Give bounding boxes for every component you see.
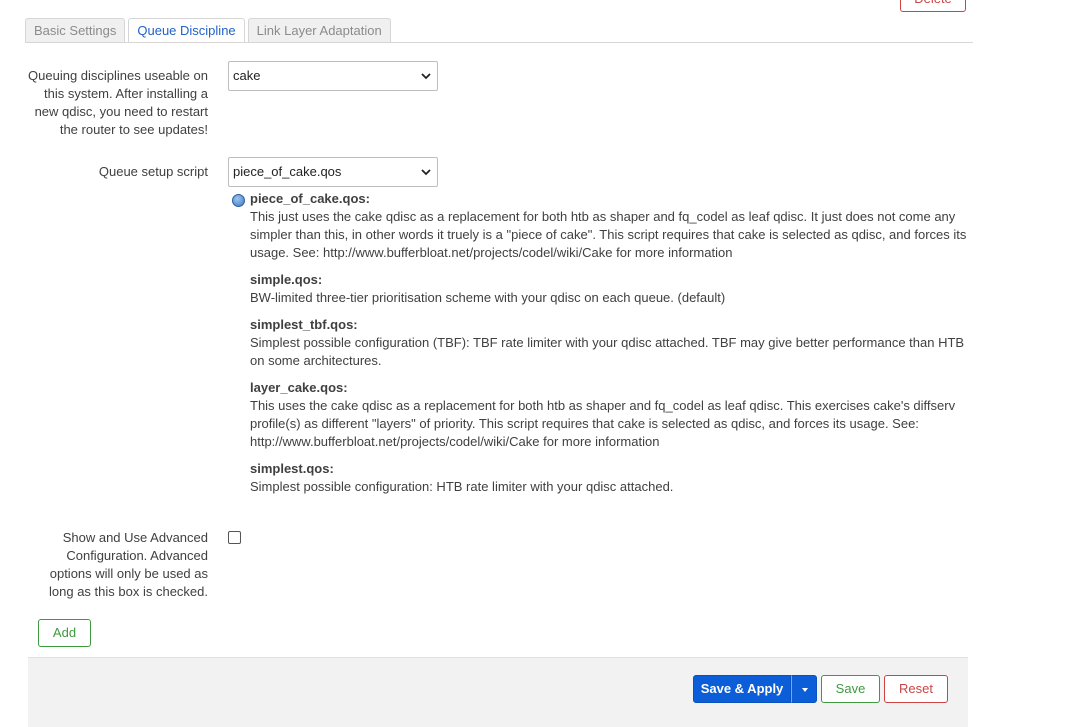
script-label: Queue setup script (98, 164, 208, 179)
qdisc-label-line: Queuing disciplines useable on (28, 68, 208, 83)
script-select-value: piece_of_cake.qos (233, 164, 342, 179)
help-line: Simplest possible configuration: HTB rat… (250, 479, 674, 494)
caret-down-icon (802, 688, 808, 692)
tab-link-layer-adaptation[interactable]: Link Layer Adaptation (247, 18, 391, 42)
help-entry: simplest.qos: Simplest possible configur… (250, 460, 972, 496)
help-title: piece_of_cake.qos: (250, 191, 370, 206)
script-select[interactable]: piece_of_cake.qos (228, 157, 438, 187)
help-icon (232, 194, 245, 207)
help-line: on some architectures. (250, 353, 382, 368)
qdisc-label-line: new qdisc, you need to restart (34, 104, 208, 119)
advanced-label: Show and Use Advanced Configuration. Adv… (49, 529, 208, 601)
qdisc-label: Queuing disciplines useable on this syst… (28, 67, 208, 139)
help-entry: simplest_tbf.qos: Simplest possible conf… (250, 316, 972, 370)
save-apply-dropdown[interactable] (791, 675, 817, 703)
advanced-label-line: Show and Use Advanced (62, 530, 208, 545)
help-line: usage. See: http://www.bufferbloat.net/p… (250, 245, 733, 260)
help-line: This just uses the cake qdisc as a repla… (250, 209, 956, 224)
delete-button[interactable]: Delete (900, 0, 966, 12)
help-line: simpler than this, in other words it tru… (250, 227, 967, 242)
help-title: layer_cake.qos: (250, 380, 348, 395)
tab-divider (25, 42, 973, 43)
add-button[interactable]: Add (38, 619, 91, 647)
advanced-label-line: options will only be used as (49, 566, 208, 581)
save-button[interactable]: Save (821, 675, 880, 703)
help-entry: piece_of_cake.qos: This just uses the ca… (250, 190, 972, 262)
qdisc-select-value: cake (233, 68, 261, 83)
help-line: http://www.bufferbloat.net/projects/code… (250, 434, 660, 449)
help-title: simplest_tbf.qos: (250, 317, 358, 332)
advanced-checkbox[interactable] (228, 531, 241, 544)
save-apply-button[interactable]: Save & Apply (693, 675, 791, 703)
advanced-label-line: long as this box is checked. (49, 584, 208, 599)
tab-basic-settings[interactable]: Basic Settings (25, 18, 126, 42)
help-entry: simple.qos: BW-limited three-tier priori… (250, 271, 972, 307)
help-title: simplest.qos: (250, 461, 334, 476)
tab-queue-discipline[interactable]: Queue Discipline (128, 18, 245, 43)
tab-bar: Basic Settings Queue Discipline Link Lay… (25, 18, 391, 43)
qdisc-label-line: this system. After installing a (43, 86, 208, 101)
qdisc-select[interactable]: cake (228, 61, 438, 91)
reset-button[interactable]: Reset (884, 675, 948, 703)
advanced-label-line: Configuration. Advanced (66, 548, 208, 563)
help-entry: layer_cake.qos: This uses the cake qdisc… (250, 379, 972, 451)
qdisc-label-line: the router to see updates! (59, 122, 208, 137)
help-title: simple.qos: (250, 272, 323, 287)
help-line: BW-limited three-tier prioritisation sch… (250, 290, 726, 305)
help-line: profile(s) as different "layers" of prio… (250, 416, 919, 431)
chevron-down-icon (421, 73, 431, 80)
help-line: This uses the cake qdisc as a replacemen… (250, 398, 956, 413)
help-line: Simplest possible configuration (TBF): T… (250, 335, 965, 350)
chevron-down-icon (421, 169, 431, 176)
